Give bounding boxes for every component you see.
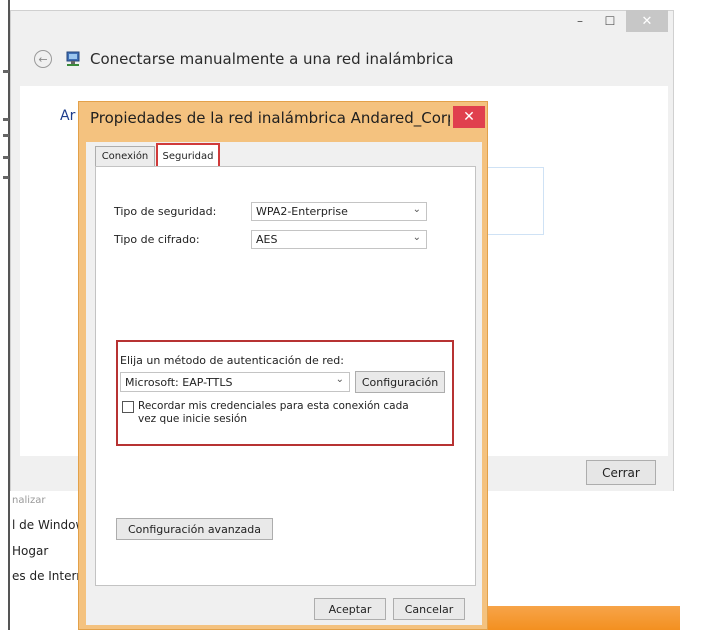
cancel-button[interactable]: Cancelar <box>393 598 465 620</box>
security-type-value: WPA2-Enterprise <box>256 205 348 218</box>
edge-tick <box>3 134 9 137</box>
edge-tick <box>3 156 9 159</box>
wizard-body-heading: Ar <box>60 108 76 124</box>
tab-conexion[interactable]: Conexión <box>95 146 155 166</box>
chevron-down-icon: ⌄ <box>412 232 421 243</box>
edge-tick <box>3 176 9 179</box>
window-close-button[interactable]: ✕ <box>626 10 668 32</box>
chevron-down-icon: ⌄ <box>335 374 344 385</box>
nav-item[interactable]: Hogar <box>12 544 78 558</box>
wizard-field-outline <box>488 167 544 235</box>
security-tab-panel: Tipo de seguridad: WPA2-Enterprise ⌄ Tip… <box>95 166 476 586</box>
security-type-label: Tipo de seguridad: <box>114 205 217 218</box>
remember-credentials-checkbox[interactable] <box>122 401 134 413</box>
encryption-type-label: Tipo de cifrado: <box>114 233 200 246</box>
nav-item[interactable]: es de Interne <box>12 569 78 583</box>
auth-method-value: Microsoft: EAP-TTLS <box>125 375 233 389</box>
dialog-close-button[interactable]: ✕ <box>453 106 485 128</box>
edge-tick <box>3 70 9 73</box>
cerrar-button[interactable]: Cerrar <box>586 460 656 485</box>
maximize-button[interactable]: ☐ <box>596 10 624 32</box>
nav-item[interactable]: l de Window <box>12 518 78 532</box>
auth-method-highlight: Elija un método de autenticación de red:… <box>116 340 454 446</box>
accept-button[interactable]: Aceptar <box>314 598 386 620</box>
encryption-type-select[interactable]: AES ⌄ <box>251 230 427 249</box>
auth-settings-button[interactable]: Configuración <box>355 371 445 393</box>
wireless-properties-dialog: Propiedades de la red inalámbrica Andare… <box>78 101 488 630</box>
encryption-type-value: AES <box>256 233 278 246</box>
security-type-select[interactable]: WPA2-Enterprise ⌄ <box>251 202 427 221</box>
wizard-header: ← Conectarse manualmente a una red inalá… <box>10 44 674 84</box>
network-icon <box>66 51 80 66</box>
auth-method-select[interactable]: Microsoft: EAP-TTLS ⌄ <box>120 372 350 392</box>
auth-method-label: Elija un método de autenticación de red: <box>120 354 344 367</box>
tab-seguridad[interactable]: Seguridad <box>156 143 220 167</box>
edge-tick <box>3 118 9 121</box>
remember-credentials-label: Recordar mis credenciales para esta cone… <box>138 400 409 425</box>
dialog-title: Propiedades de la red inalámbrica Andare… <box>90 109 450 127</box>
back-arrow-icon[interactable]: ← <box>34 50 52 68</box>
dialog-client: Conexión Seguridad Tipo de seguridad: WP… <box>86 142 482 625</box>
minimize-button[interactable]: – <box>566 10 594 32</box>
nav-item[interactable]: nalizar <box>12 495 46 506</box>
wizard-title: Conectarse manualmente a una red inalámb… <box>90 50 454 68</box>
advanced-settings-button[interactable]: Configuración avanzada <box>116 518 273 540</box>
taskbar-strip <box>480 606 680 630</box>
chevron-down-icon: ⌄ <box>412 204 421 215</box>
